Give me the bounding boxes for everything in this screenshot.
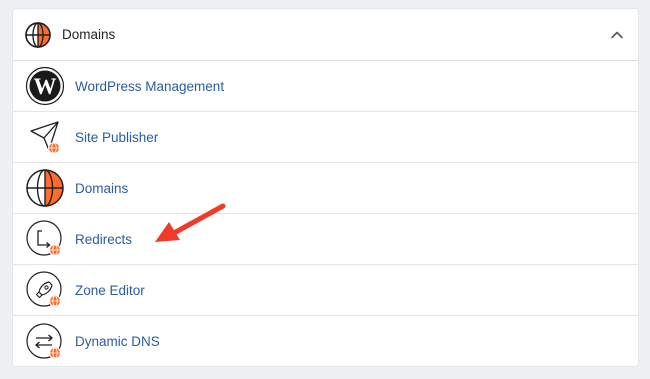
tool-item-site-publisher[interactable]: Site Publisher — [13, 112, 638, 163]
tool-item-wordpress-management[interactable]: W WordPress Management — [13, 61, 638, 112]
domains-panel: Domains W WordPress Management Site Publ… — [12, 8, 639, 367]
tool-item-redirects[interactable]: Redirects — [13, 214, 638, 265]
tool-label[interactable]: Redirects — [75, 232, 132, 247]
domains-section-header[interactable]: Domains — [13, 9, 638, 61]
tool-item-domains[interactable]: Domains — [13, 163, 638, 214]
svg-text:W: W — [34, 74, 57, 99]
rocket-icon — [26, 271, 62, 307]
paper-plane-icon — [30, 121, 60, 154]
redirect-icon — [26, 220, 62, 256]
section-title: Domains — [62, 27, 116, 42]
tool-item-zone-editor[interactable]: Zone Editor — [13, 265, 638, 316]
tool-label[interactable]: WordPress Management — [75, 79, 224, 94]
swap-arrows-icon — [26, 322, 62, 359]
tool-label[interactable]: Dynamic DNS — [75, 334, 160, 349]
tool-label[interactable]: Domains — [75, 181, 128, 196]
chevron-up-icon[interactable] — [610, 28, 624, 42]
tool-label[interactable]: Zone Editor — [75, 283, 145, 298]
globe-icon — [26, 169, 64, 207]
wordpress-icon: W — [25, 66, 65, 106]
globe-icon — [25, 21, 51, 48]
domains-tool-list: W WordPress Management Site Publisher Do… — [13, 61, 638, 366]
tool-label[interactable]: Site Publisher — [75, 130, 158, 145]
tool-item-dynamic-dns[interactable]: Dynamic DNS — [13, 316, 638, 366]
